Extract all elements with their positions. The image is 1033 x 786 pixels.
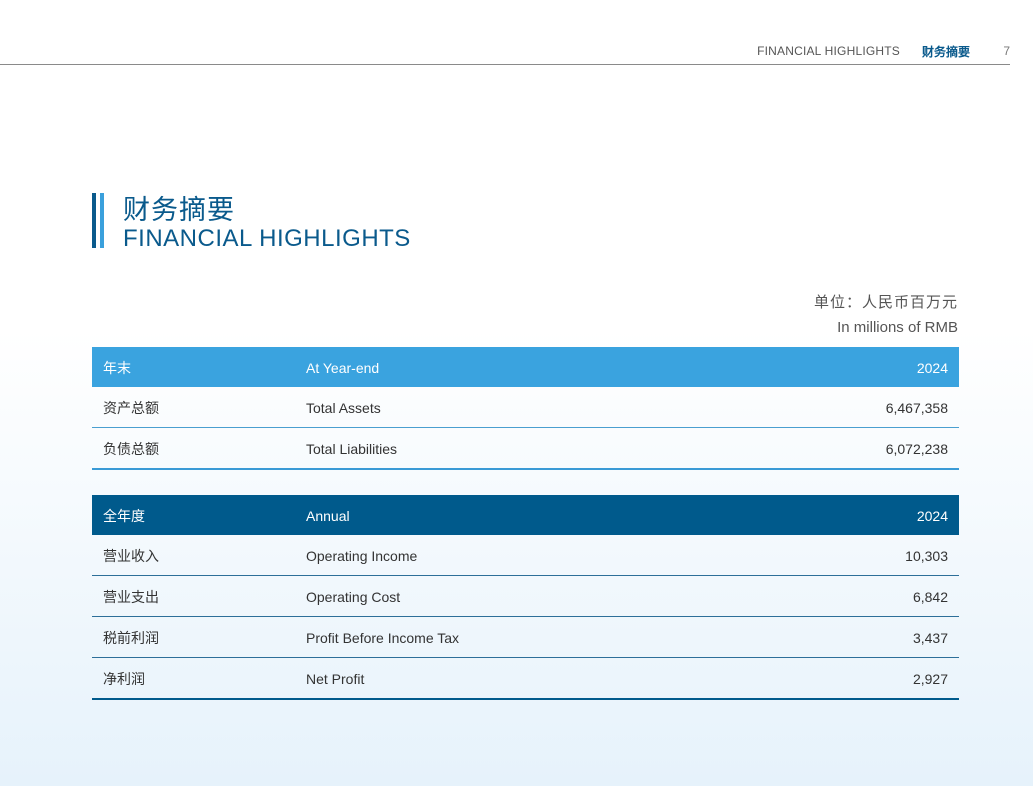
header-cn: 年末	[103, 360, 131, 376]
row-label-cn: 营业支出	[103, 589, 159, 605]
header-en: At Year-end	[306, 360, 380, 376]
row-label-en: Operating Income	[306, 548, 418, 564]
header-cn: 全年度	[103, 508, 145, 524]
table-row: 营业收入 Operating Income 10,303	[92, 535, 959, 576]
page-title-en: FINANCIAL HIGHLIGHTS	[123, 225, 411, 252]
unit-label-cn: 单位：人民币百万元	[813, 294, 958, 311]
unit-label-en: In millions of RMB	[837, 319, 958, 336]
annual-table: 全年度 Annual 2024 营业收入 Operating Income 10…	[92, 495, 959, 700]
row-value: 2,927	[912, 671, 948, 687]
header-en: Annual	[306, 508, 350, 524]
row-label-en: Profit Before Income Tax	[306, 630, 460, 646]
title-accent-bar-light	[100, 193, 104, 248]
table-row: 营业支出 Operating Cost 6,842	[92, 576, 959, 617]
table-header-row: 全年度 Annual 2024	[92, 495, 959, 535]
table-row: 税前利润 Profit Before Income Tax 3,437	[92, 617, 959, 658]
row-value: 6,842	[912, 589, 948, 605]
row-label-cn: 负债总额	[103, 441, 159, 457]
page-header: FINANCIAL HIGHLIGHTS 财务摘要 7	[0, 0, 1010, 65]
page-title-cn: 财务摘要	[123, 195, 235, 225]
row-value: 6,467,358	[885, 400, 948, 416]
table-row: 资产总额 Total Assets 6,467,358	[92, 387, 959, 428]
row-label-cn: 净利润	[103, 671, 145, 687]
table-row: 负债总额 Total Liabilities 6,072,238	[92, 428, 959, 470]
title-accent-bar-dark	[92, 193, 96, 248]
row-value: 10,303	[905, 548, 948, 564]
row-value: 3,437	[912, 630, 948, 646]
header-section-cn: 财务摘要	[921, 45, 970, 59]
row-label-en: Operating Cost	[306, 589, 401, 605]
table-row: 净利润 Net Profit 2,927	[92, 658, 959, 700]
header-year: 2024	[916, 508, 948, 524]
header-section-en: FINANCIAL HIGHLIGHTS	[757, 44, 900, 58]
table-header-row: 年末 At Year-end 2024	[92, 347, 959, 387]
row-label-en: Net Profit	[306, 671, 365, 687]
row-value: 6,072,238	[885, 441, 948, 457]
page-number: 7	[1003, 44, 1010, 58]
row-label-en: Total Liabilities	[306, 441, 398, 457]
row-label-en: Total Assets	[306, 400, 381, 416]
row-label-cn: 资产总额	[103, 400, 159, 416]
row-label-cn: 营业收入	[103, 548, 159, 564]
year-end-table: 年末 At Year-end 2024 资产总额 Total Assets 6,…	[92, 347, 959, 470]
row-label-cn: 税前利润	[103, 630, 159, 646]
header-year: 2024	[916, 360, 948, 376]
